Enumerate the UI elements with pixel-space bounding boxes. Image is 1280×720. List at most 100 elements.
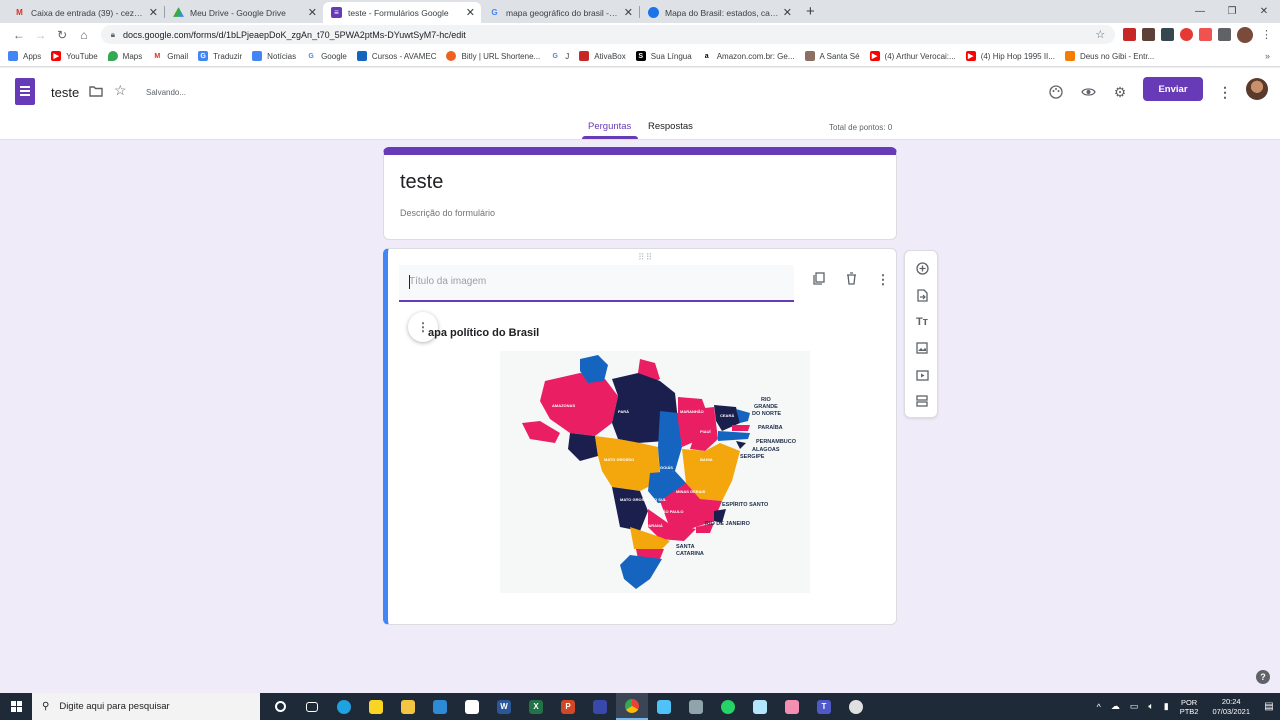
palette-icon[interactable]	[1045, 81, 1067, 103]
bookmark-google[interactable]: G Google	[306, 51, 347, 61]
whatsapp-button[interactable]	[712, 693, 744, 720]
tray-expand-icon[interactable]: ^	[1097, 702, 1101, 712]
bookmark-ativabox[interactable]: AtivaBox	[579, 51, 626, 61]
network-icon[interactable]: ▭	[1130, 701, 1139, 712]
chrome-button[interactable]	[616, 693, 648, 720]
extension-icon[interactable]	[1199, 28, 1213, 41]
language-indicator[interactable]: POR PTB2	[1180, 698, 1199, 716]
bookmark-bitly[interactable]: Bitly | URL Shortene...	[446, 51, 540, 61]
edge-button[interactable]	[328, 693, 360, 720]
app-button[interactable]	[360, 693, 392, 720]
back-icon[interactable]: ←	[8, 28, 30, 42]
browser-tab-mapa[interactable]: Mapa do Brasil: estados, capitais ✕	[640, 2, 798, 23]
bookmark-amazon[interactable]: a Amazon.com.br: Ge...	[701, 51, 795, 61]
task-view-button[interactable]	[296, 693, 328, 720]
profile-avatar[interactable]	[1237, 26, 1254, 43]
app-button[interactable]	[584, 693, 616, 720]
bookmark-apps[interactable]: Apps	[8, 51, 41, 61]
close-tab-icon[interactable]: ✕	[624, 6, 633, 19]
duplicate-icon[interactable]	[811, 272, 827, 288]
address-bar[interactable]: 🔒︎ docs.google.com/forms/d/1bLPjeaepDoK_…	[100, 25, 1116, 44]
mail-button[interactable]	[424, 693, 456, 720]
tab-perguntas[interactable]: Perguntas	[588, 121, 631, 132]
clock[interactable]: 20:24 07/03/2021	[1212, 697, 1250, 717]
start-button[interactable]	[0, 693, 32, 720]
delete-trash-icon[interactable]	[843, 272, 859, 288]
bookmark-hiphop[interactable]: ▶ (4) Hip Hop 1995 II...	[965, 51, 1055, 61]
help-icon[interactable]: ?	[1256, 670, 1270, 684]
bookmark-j[interactable]: GJ	[550, 51, 569, 61]
star-icon[interactable]: ☆	[114, 82, 127, 99]
bookmark-maps[interactable]: Maps	[107, 51, 142, 61]
close-tab-icon[interactable]: ✕	[308, 6, 317, 19]
excel-button[interactable]: X	[520, 693, 552, 720]
close-window-icon[interactable]: ✕	[1248, 0, 1280, 22]
bookmark-verocai[interactable]: ▶ (4) Arthur Verocai:...	[869, 51, 956, 61]
bookmark-star-icon[interactable]: ☆	[1095, 28, 1105, 41]
add-title-icon[interactable]: Tт	[913, 313, 931, 331]
close-tab-icon[interactable]: ✕	[783, 6, 792, 19]
app-button[interactable]	[840, 693, 872, 720]
word-button[interactable]: W	[488, 693, 520, 720]
extension-icon[interactable]	[1180, 28, 1194, 41]
close-tab-icon[interactable]: ✕	[149, 6, 158, 19]
forms-logo-icon[interactable]	[15, 78, 35, 105]
brazil-map-image[interactable]: PARÁ AMAZONAS MARANHÃO PIAUÍ CEARÁ BAHIA…	[500, 351, 810, 593]
browser-tab-gmail[interactable]: M Caixa de entrada (39) - cezarsant ✕	[6, 2, 164, 23]
browser-tab-search[interactable]: G mapa geográfico do brasil - Pesq ✕	[481, 2, 639, 23]
browser-tab-drive[interactable]: Meu Drive - Google Drive ✕	[165, 2, 323, 23]
reload-icon[interactable]: ↻	[51, 28, 73, 42]
preview-eye-icon[interactable]	[1077, 81, 1099, 103]
drag-handle-icon[interactable]: ⠿⠿	[638, 252, 653, 263]
add-video-icon[interactable]	[913, 366, 931, 384]
extension-icon[interactable]	[1142, 28, 1156, 41]
puzzle-icon[interactable]	[1218, 28, 1232, 41]
chrome-menu-icon[interactable]: ⋮	[1261, 28, 1272, 41]
bookmark-avamec[interactable]: Cursos - AVAMEC	[356, 51, 436, 61]
form-name[interactable]: teste	[51, 85, 79, 100]
bookmark-gibi[interactable]: Deus no Gibi - Entr...	[1064, 51, 1154, 61]
explorer-button[interactable]	[392, 693, 424, 720]
app-button[interactable]	[776, 693, 808, 720]
add-image-icon[interactable]	[913, 339, 931, 357]
forward-icon[interactable]: →	[30, 28, 52, 42]
extension-icon[interactable]	[1161, 28, 1175, 41]
bookmark-santase[interactable]: A Santa Sé	[804, 51, 860, 61]
home-icon[interactable]: ⌂	[73, 28, 95, 42]
add-section-icon[interactable]	[913, 392, 931, 410]
more-options-icon[interactable]: ⋮	[1214, 81, 1236, 103]
taskbar-search[interactable]: ⚲ Digite aqui para pesquisar	[32, 693, 260, 720]
cortana-button[interactable]	[264, 693, 296, 720]
app-button[interactable]	[744, 693, 776, 720]
app-button[interactable]	[648, 693, 680, 720]
bookmark-youtube[interactable]: ▶ YouTube	[51, 51, 98, 61]
teams-button[interactable]: T	[808, 693, 840, 720]
bookmark-noticias[interactable]: Notícias	[252, 51, 296, 61]
calculator-button[interactable]	[680, 693, 712, 720]
image-item-card[interactable]: ⠿⠿ ⋮ ⋮ apa político do Brasil	[383, 248, 897, 625]
folder-icon[interactable]	[89, 84, 103, 100]
minimize-icon[interactable]: —	[1184, 0, 1216, 22]
settings-gear-icon[interactable]: ⚙	[1109, 81, 1131, 103]
tab-respostas[interactable]: Respostas	[648, 121, 693, 132]
import-questions-icon[interactable]	[913, 286, 931, 304]
bookmark-traduzir[interactable]: G Traduzir	[198, 51, 242, 61]
browser-tab-forms[interactable]: ≡ teste - Formulários Google ✕	[323, 2, 481, 23]
store-button[interactable]	[456, 693, 488, 720]
onedrive-icon[interactable]: ☁	[1111, 701, 1120, 712]
bookmark-sualingua[interactable]: S Sua Língua	[635, 51, 692, 61]
send-button[interactable]: Enviar	[1143, 77, 1203, 101]
bookmark-gmail[interactable]: M Gmail	[152, 51, 188, 61]
form-description[interactable]: Descrição do formulário	[400, 208, 495, 218]
notification-icon[interactable]: ▤	[1258, 701, 1280, 712]
restore-icon[interactable]: ❐	[1216, 0, 1248, 22]
user-avatar[interactable]	[1246, 78, 1268, 100]
form-title[interactable]: teste	[400, 171, 443, 194]
add-question-icon[interactable]	[913, 259, 931, 277]
image-title-input[interactable]	[409, 276, 769, 287]
extension-icon[interactable]	[1123, 28, 1137, 41]
powerpoint-button[interactable]: P	[552, 693, 584, 720]
battery-icon[interactable]: ▮	[1164, 701, 1169, 712]
close-tab-icon[interactable]: ✕	[466, 6, 475, 19]
new-tab-icon[interactable]: +	[806, 3, 815, 20]
